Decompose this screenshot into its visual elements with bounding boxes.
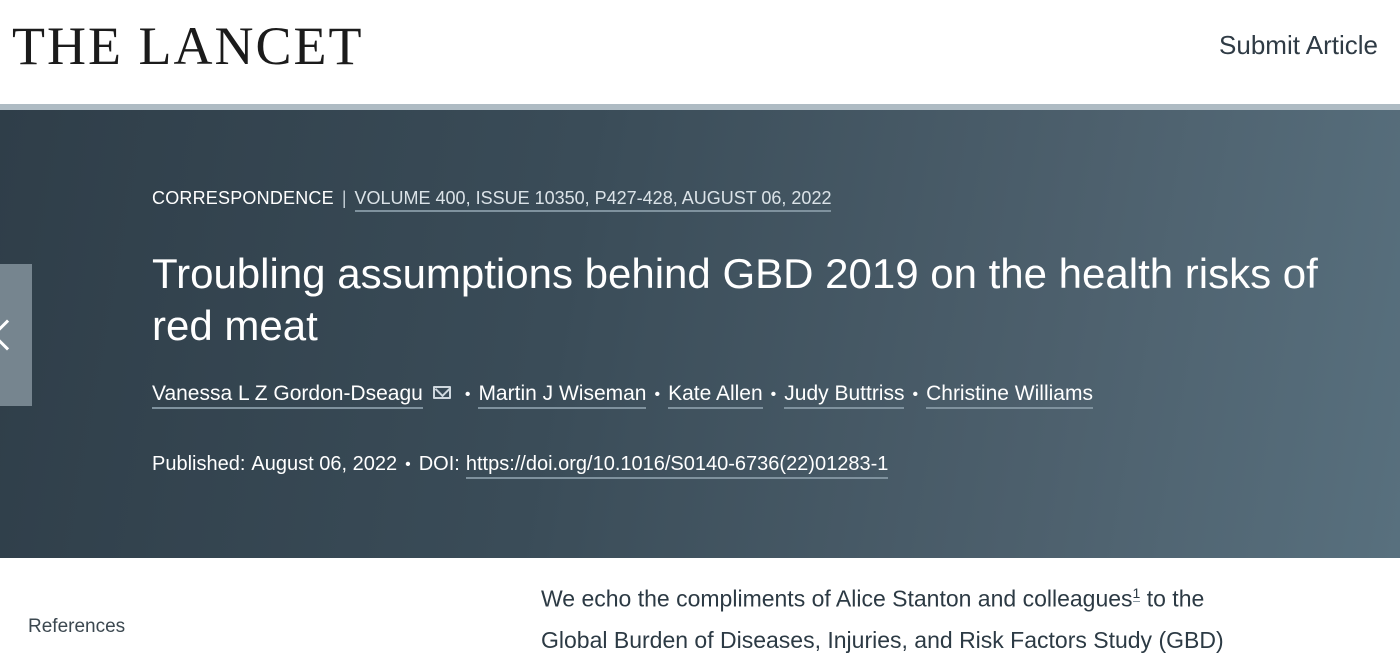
author-link[interactable]: Vanessa L Z Gordon-Dseagu [152, 382, 423, 409]
site-header: THE LANCET Submit Article [0, 0, 1400, 104]
article-hero: CORRESPONDENCE | VOLUME 400, ISSUE 10350, … [0, 110, 1400, 558]
article-type: CORRESPONDENCE [152, 188, 334, 208]
author-separator: • [770, 386, 777, 403]
article-body-text: We echo the compliments of Alice Stanton… [541, 572, 1301, 655]
chevron-left-icon [0, 319, 23, 351]
body-text: Global Burden of Diseases, Injuries, and… [541, 626, 1224, 653]
article-meta: CORRESPONDENCE | VOLUME 400, ISSUE 10350, … [152, 186, 832, 212]
author-separator: • [654, 386, 661, 403]
published-label: Published: [152, 453, 246, 475]
pub-separator: • [405, 456, 411, 473]
side-collapse-tab[interactable] [0, 264, 32, 406]
issue-link[interactable]: VOLUME 400, ISSUE 10350, P427-428, AUGUS… [354, 188, 832, 212]
lancet-logo[interactable]: THE LANCET [12, 16, 363, 76]
publication-info: Published: August 06, 2022 • DOI: https://do… [152, 450, 889, 479]
author-link[interactable]: Kate Allen [668, 382, 763, 409]
meta-separator: | [341, 188, 347, 208]
submit-article-link[interactable]: Submit Article [1219, 28, 1378, 62]
body-text: to the [1140, 585, 1205, 612]
article-title: Troubling assumptions behind GBD 2019 on… [152, 250, 1318, 349]
author-link[interactable]: Judy Buttriss [784, 382, 905, 409]
doi-label: DOI: [418, 453, 460, 475]
references-nav-link[interactable]: References [28, 616, 125, 638]
published-date: August 06, 2022 [251, 453, 398, 475]
author-link[interactable]: Christine Williams [926, 382, 1093, 409]
body-text: We echo the compliments of Alice Stanton… [541, 585, 1133, 612]
mail-icon[interactable] [432, 386, 451, 399]
author-separator: • [912, 386, 919, 403]
author-link[interactable]: Martin J Wiseman [478, 382, 647, 409]
author-separator: • [464, 386, 471, 403]
doi-link[interactable]: https://doi.org/10.1016/S0140-6736(22)01… [465, 453, 889, 479]
author-list: Vanessa L Z Gordon-Dseagu • Martin J Wisem… [152, 380, 1093, 409]
